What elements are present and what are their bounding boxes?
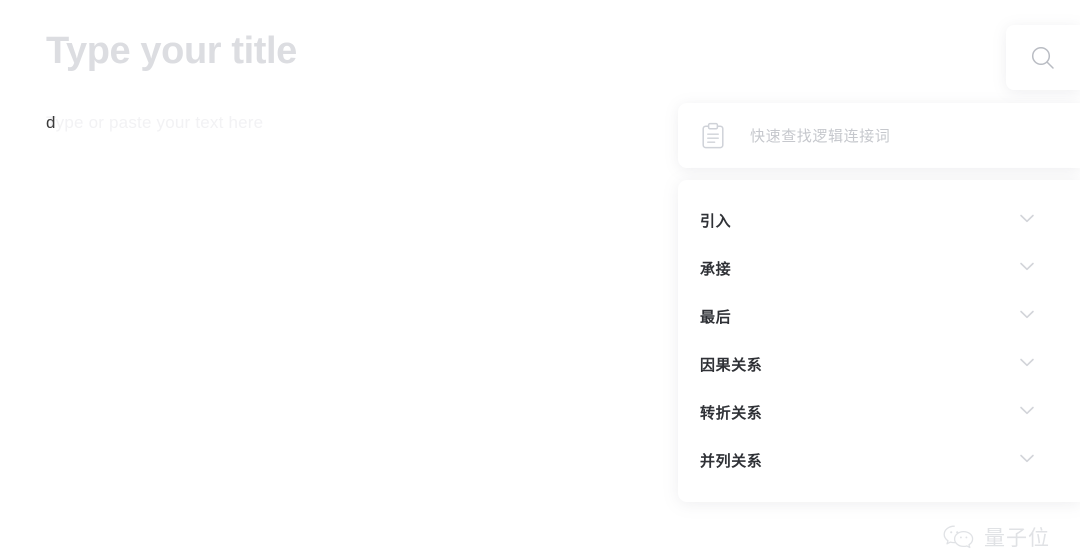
panel-search-input[interactable]: 快速查找逻辑连接词 bbox=[750, 125, 890, 146]
list-item-label: 因果关系 bbox=[700, 356, 763, 374]
list-item[interactable]: 转折关系 bbox=[678, 388, 1080, 436]
list-item-label: 引入 bbox=[700, 212, 732, 230]
chevron-down-icon[interactable] bbox=[1016, 399, 1038, 426]
list-item[interactable]: 并列关系 bbox=[678, 436, 1080, 484]
list-item-label: 承接 bbox=[700, 260, 732, 278]
connective-category-list: 引入 承接 最后 因果关系 转折关系 并列关系 bbox=[678, 180, 1080, 502]
wechat-icon bbox=[942, 523, 976, 551]
logic-connectives-panel: 快速查找逻辑连接词 引入 承接 最后 因果关系 转折关系 并列关系 bbox=[678, 103, 1080, 502]
search-icon bbox=[1028, 43, 1058, 73]
search-toggle-button[interactable] bbox=[1006, 25, 1080, 90]
list-item[interactable]: 承接 bbox=[678, 244, 1080, 292]
body-text-line[interactable]: Type or paste your text here d bbox=[46, 108, 660, 138]
list-item-label: 最后 bbox=[700, 308, 732, 326]
panel-search-bar[interactable]: 快速查找逻辑连接词 bbox=[678, 103, 1080, 168]
watermark: 量子位 bbox=[942, 522, 1050, 552]
chevron-down-icon[interactable] bbox=[1016, 255, 1038, 282]
chevron-down-icon[interactable] bbox=[1016, 351, 1038, 378]
body-placeholder: Type or paste your text here bbox=[46, 113, 264, 132]
list-item[interactable]: 最后 bbox=[678, 292, 1080, 340]
list-item-label: 转折关系 bbox=[700, 404, 763, 422]
list-item-label: 并列关系 bbox=[700, 452, 763, 470]
watermark-text: 量子位 bbox=[984, 527, 1050, 550]
list-item[interactable]: 引入 bbox=[678, 196, 1080, 244]
list-item[interactable]: 因果关系 bbox=[678, 340, 1080, 388]
clipboard-icon bbox=[700, 122, 726, 150]
typed-text: d bbox=[46, 113, 56, 132]
document-editor[interactable]: Type your title Type or paste your text … bbox=[0, 0, 700, 556]
chevron-down-icon[interactable] bbox=[1016, 207, 1038, 234]
chevron-down-icon[interactable] bbox=[1016, 447, 1038, 474]
chevron-down-icon[interactable] bbox=[1016, 303, 1038, 330]
title-placeholder[interactable]: Type your title bbox=[46, 26, 660, 76]
panel-card-divider bbox=[678, 168, 1080, 180]
